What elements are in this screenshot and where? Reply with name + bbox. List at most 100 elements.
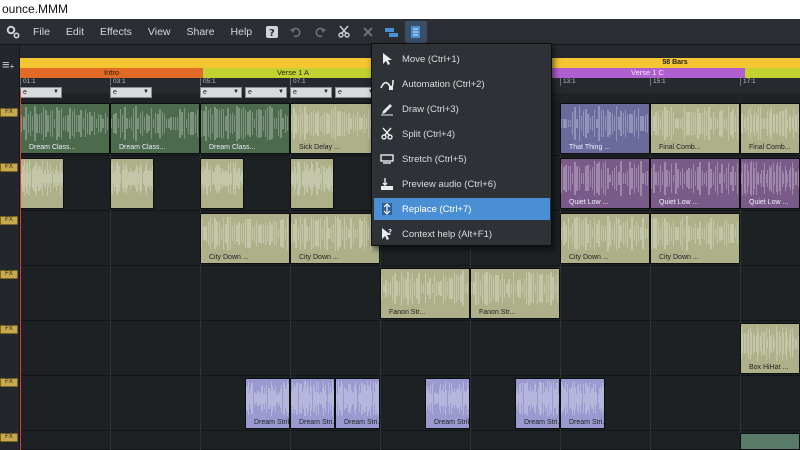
menu-share[interactable]: Share [179, 19, 223, 45]
waveform-bar [128, 119, 130, 128]
audio-clip[interactable]: Dream Stri... [290, 378, 335, 429]
audio-clip[interactable]: Dream Stri... [560, 378, 605, 429]
audio-clip[interactable]: City Down ... [200, 213, 290, 264]
audio-clip[interactable]: Dream Stri... [335, 378, 380, 429]
waveform-bar [249, 110, 251, 137]
marker-dropdown[interactable]: e▼ [245, 87, 287, 98]
audio-clip[interactable] [740, 433, 800, 450]
audio-clip[interactable] [290, 158, 334, 209]
track-row[interactable] [20, 321, 800, 376]
waveform-bar [690, 169, 692, 188]
waveform-bar [545, 274, 548, 303]
fx-button[interactable]: FX [0, 433, 18, 442]
waveform-bar [594, 109, 596, 138]
marker-dropdown[interactable]: e▼ [290, 87, 332, 98]
waveform-bar [552, 277, 554, 300]
waveform-bar [484, 272, 486, 304]
menu-item-stretch[interactable]: Stretch (Ctrl+5) [374, 148, 550, 170]
section-verse-1a[interactable]: Verse 1 A [203, 68, 383, 78]
undo-icon[interactable] [285, 21, 307, 43]
waveform-bar [148, 115, 150, 132]
waveform-bar [563, 221, 565, 246]
menu-edit[interactable]: Edit [58, 19, 92, 45]
waveform-bar [591, 115, 594, 132]
fx-button[interactable]: FX [0, 270, 18, 279]
audio-clip[interactable]: Box HiHat ... [740, 323, 800, 374]
waveform-bar [609, 221, 611, 246]
menu-file[interactable]: File [25, 19, 58, 45]
menu-view[interactable]: View [140, 19, 179, 45]
audio-clip[interactable] [20, 158, 64, 209]
waveform-bar [627, 115, 629, 132]
menu-item-move[interactable]: Move (Ctrl+1) [374, 48, 550, 70]
audio-clip[interactable]: Final Comb... [650, 103, 740, 154]
audio-clip[interactable]: Dream Strik... [245, 378, 290, 429]
waveform-bar [223, 218, 225, 249]
playhead[interactable] [20, 90, 21, 450]
waveform-bar [624, 110, 627, 137]
audio-clip[interactable]: That Thing ... [560, 103, 650, 154]
fx-button[interactable]: FX [0, 163, 18, 172]
waveform-bar [697, 166, 699, 191]
marker-dropdown[interactable]: e▼ [20, 87, 62, 98]
menu-item-context-help[interactable]: ? Context help (Alt+F1) [374, 223, 550, 245]
waveform-bar [640, 115, 642, 132]
delete-icon[interactable] [357, 21, 379, 43]
section-intro[interactable]: Intro [20, 68, 203, 78]
menu-item-replace[interactable]: Replace (Ctrl+7) [374, 198, 550, 220]
waveform-bar [245, 219, 247, 248]
waveform-bar [218, 110, 220, 137]
settings-icon[interactable] [2, 21, 24, 43]
menu-help[interactable]: Help [223, 19, 261, 45]
menu-item-automation[interactable]: Automation (Ctrl+2) [374, 73, 550, 95]
waveform-bar [611, 170, 613, 187]
mode-dropdown-icon[interactable] [405, 20, 428, 43]
menu-item-draw[interactable]: Draw (Ctrl+3) [374, 98, 550, 120]
waveform-bar [493, 278, 495, 299]
audio-clip[interactable]: City Down ... [290, 213, 380, 264]
fx-button[interactable]: FX [0, 378, 18, 387]
audio-clip[interactable]: City Down ... [560, 213, 650, 264]
redo-icon[interactable] [309, 21, 331, 43]
waveform-bar [392, 276, 394, 301]
track-row[interactable] [20, 376, 800, 431]
fx-button[interactable]: FX [0, 325, 18, 334]
edit-mode-icon[interactable] [381, 21, 403, 43]
audio-clip[interactable]: Fanon Str... [470, 268, 560, 319]
menu-item-split[interactable]: Split (Ctrl+4) [374, 123, 550, 145]
marker-dropdown[interactable]: e▼ [110, 87, 152, 98]
audio-clip[interactable]: Dream Class... [200, 103, 290, 154]
audio-clip[interactable]: Dream Stri... [515, 378, 560, 429]
waveform-bar [486, 272, 488, 305]
waveform-bar [734, 228, 736, 239]
marker-dropdown[interactable]: e▼ [200, 87, 242, 98]
stretch-icon [378, 152, 396, 166]
audio-clip[interactable]: Final Comb... [740, 103, 800, 154]
audio-clip[interactable]: Fanon Str... [380, 268, 470, 319]
audio-clip[interactable] [200, 158, 244, 209]
audio-clip[interactable]: Quiet Low ... [650, 158, 740, 209]
audio-clip[interactable]: Dream Class... [20, 103, 110, 154]
menu-item-preview-audio[interactable]: Preview audio (Ctrl+6) [374, 173, 550, 195]
waveform-bar [387, 282, 389, 295]
audio-clip[interactable] [110, 158, 154, 209]
section-verse-1c[interactable]: Verse 1 C [550, 68, 745, 78]
audio-clip[interactable]: Dream Strik... [425, 378, 470, 429]
audio-clip[interactable]: Quiet Low ... [560, 158, 650, 209]
help-icon[interactable]: ? [261, 21, 283, 43]
scissors-icon[interactable] [333, 21, 355, 43]
fx-button[interactable]: FX [0, 108, 18, 117]
fx-button[interactable]: FX [0, 216, 18, 225]
audio-clip[interactable]: Dream Class... [110, 103, 200, 154]
audio-clip[interactable]: Sick Delay ... [290, 103, 380, 154]
waveform-bar [655, 112, 657, 135]
waveform-bar [280, 219, 282, 248]
waveform-bar [635, 168, 638, 189]
track-row[interactable] [20, 431, 800, 450]
waveform-bar [539, 275, 541, 302]
menu-effects[interactable]: Effects [92, 19, 140, 45]
add-track-icon[interactable]: ≡+ [2, 58, 14, 73]
audio-clip[interactable]: City Down ... [650, 213, 740, 264]
waveform-bar [466, 282, 469, 295]
audio-clip[interactable]: Quiet Low ... [740, 158, 800, 209]
